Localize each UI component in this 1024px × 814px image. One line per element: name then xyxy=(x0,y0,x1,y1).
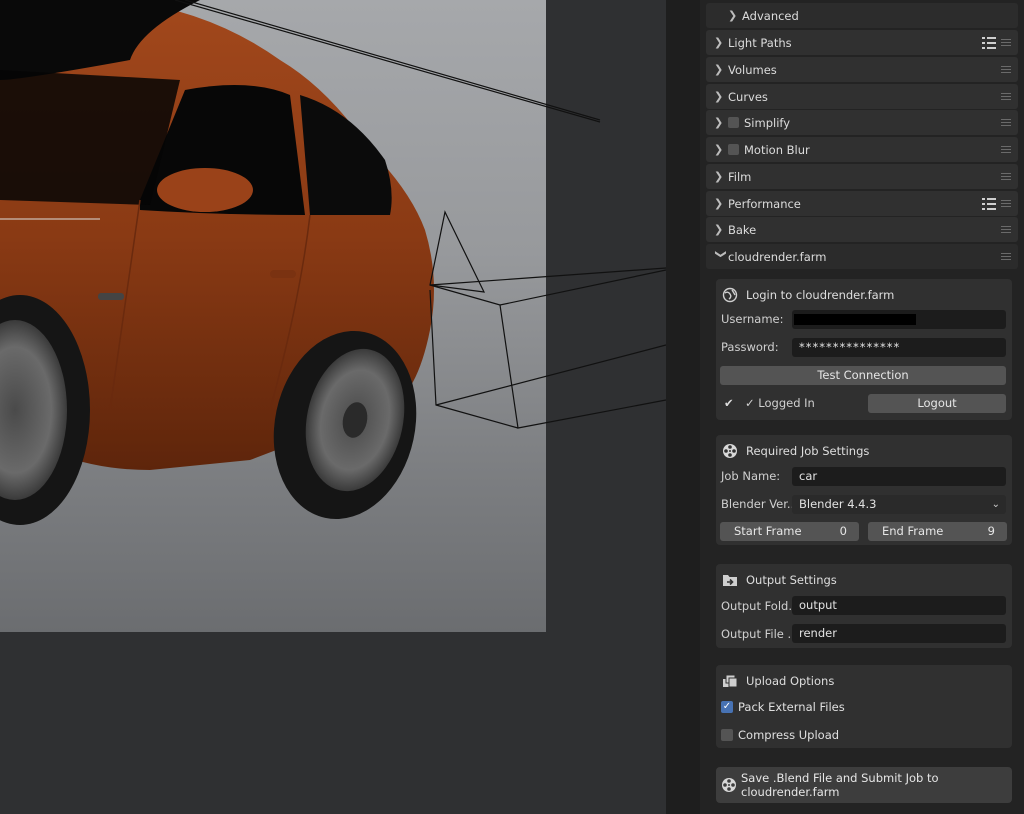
section-advanced[interactable]: ❯ Advanced xyxy=(706,3,1018,28)
section-performance[interactable]: ❯ Performance xyxy=(706,191,1018,216)
film-reel-icon xyxy=(721,777,737,793)
globe-icon xyxy=(722,287,738,303)
job-settings-subpanel: Required Job Settings Job Name: car Blen… xyxy=(716,435,1012,545)
package-icon xyxy=(722,673,738,689)
drag-grip-icon[interactable] xyxy=(1001,253,1011,260)
login-title: Login to cloudrender.farm xyxy=(722,285,894,305)
chevron-right-icon: ❯ xyxy=(714,116,724,129)
section-volumes[interactable]: ❯ Volumes xyxy=(706,57,1018,82)
compress-upload-checkbox[interactable] xyxy=(721,729,733,741)
section-label: Motion Blur xyxy=(744,142,810,157)
drag-grip-icon[interactable] xyxy=(1001,119,1011,126)
login-title-text: Login to cloudrender.farm xyxy=(746,288,895,302)
job-name-label: Job Name: xyxy=(721,469,781,483)
username-label: Username: xyxy=(721,312,784,326)
pack-external-files-label: Pack External Files xyxy=(738,700,845,714)
section-label: Light Paths xyxy=(728,35,792,50)
section-label: Volumes xyxy=(728,62,777,77)
output-settings-subpanel: Output Settings Output Fold... output Ou… xyxy=(716,564,1012,648)
compress-upload-label: Compress Upload xyxy=(738,728,840,742)
job-settings-title: Required Job Settings xyxy=(722,441,869,461)
motion-blur-checkbox[interactable] xyxy=(728,144,739,155)
start-frame-value: 0 xyxy=(839,524,847,538)
password-label: Password: xyxy=(721,340,779,354)
section-label: Performance xyxy=(728,196,801,211)
chevron-down-icon: ❯ xyxy=(714,249,728,259)
drag-grip-icon[interactable] xyxy=(1001,93,1011,100)
output-file-label: Output File ... xyxy=(721,627,799,641)
chevron-right-icon: ❯ xyxy=(728,9,738,22)
section-motion-blur[interactable]: ❯ Motion Blur xyxy=(706,137,1018,162)
chevron-right-icon: ❯ xyxy=(714,197,724,210)
section-label: Film xyxy=(728,169,752,184)
section-simplify[interactable]: ❯ Simplify xyxy=(706,110,1018,135)
folder-export-icon xyxy=(722,572,738,588)
section-curves[interactable]: ❯ Curves xyxy=(706,84,1018,109)
output-file-field[interactable]: render xyxy=(792,624,1006,643)
region-divider[interactable] xyxy=(666,0,706,814)
section-film[interactable]: ❯ Film xyxy=(706,164,1018,189)
section-cloudrender[interactable]: ❯ cloudrender.farm xyxy=(706,244,1018,269)
upload-options-title: Upload Options xyxy=(722,671,834,691)
properties-panel: ❯ Advanced ❯ Light Paths ❯ Volumes ❯ Cur… xyxy=(706,0,1024,814)
job-name-field[interactable]: car xyxy=(792,467,1006,486)
chevron-right-icon: ❯ xyxy=(714,36,724,49)
upload-options-subpanel: Upload Options ✓ Pack External Files Com… xyxy=(716,665,1012,748)
output-folder-field[interactable]: output xyxy=(792,596,1006,615)
submit-job-label: Save .Blend File and Submit Job to cloud… xyxy=(741,771,939,799)
end-frame-label: End Frame xyxy=(882,524,944,538)
film-reel-icon xyxy=(722,443,738,459)
compress-upload-row[interactable]: Compress Upload xyxy=(721,728,839,742)
submit-job-button[interactable]: Save .Blend File and Submit Job to cloud… xyxy=(716,767,1012,803)
section-label: Bake xyxy=(728,222,757,237)
blender-version-label: Blender Ver... xyxy=(721,497,798,511)
start-frame-label: Start Frame xyxy=(734,524,802,538)
drag-grip-icon[interactable] xyxy=(1001,66,1011,73)
section-label: Simplify xyxy=(744,115,791,130)
pack-external-files-row[interactable]: ✓ Pack External Files xyxy=(721,700,845,714)
chevron-right-icon: ❯ xyxy=(714,90,724,103)
drag-grip-icon[interactable] xyxy=(1001,200,1011,207)
logout-button[interactable]: Logout xyxy=(868,394,1006,413)
section-label: Advanced xyxy=(742,8,799,23)
output-settings-title: Output Settings xyxy=(722,570,837,590)
job-settings-title-text: Required Job Settings xyxy=(746,444,870,458)
chevron-right-icon: ❯ xyxy=(714,170,724,183)
section-label: Curves xyxy=(728,89,768,104)
section-light-paths[interactable]: ❯ Light Paths xyxy=(706,30,1018,55)
section-bake[interactable]: ❯ Bake xyxy=(706,217,1018,242)
chevron-right-icon: ❯ xyxy=(714,223,724,236)
test-connection-button[interactable]: Test Connection xyxy=(720,366,1006,385)
3d-viewport[interactable] xyxy=(0,0,666,814)
login-subpanel: Login to cloudrender.farm Username: Pass… xyxy=(716,279,1012,420)
logged-in-status: ✓ Logged In xyxy=(745,396,815,410)
scene-illustration xyxy=(0,0,666,525)
chevron-down-icon: ⌄ xyxy=(991,499,1000,510)
output-settings-title-text: Output Settings xyxy=(746,573,837,587)
check-icon: ✔ xyxy=(724,396,734,410)
drag-grip-icon[interactable] xyxy=(1001,173,1011,180)
upload-options-title-text: Upload Options xyxy=(746,674,835,688)
blender-version-value: Blender 4.4.3 xyxy=(799,497,877,511)
presets-list-icon[interactable] xyxy=(982,36,996,49)
start-frame-field[interactable]: Start Frame 0 xyxy=(720,522,859,541)
section-label: cloudrender.farm xyxy=(728,249,827,264)
end-frame-value: 9 xyxy=(987,524,995,538)
pack-external-files-checkbox[interactable]: ✓ xyxy=(721,701,733,713)
password-field[interactable]: *************** xyxy=(792,338,1006,357)
drag-grip-icon[interactable] xyxy=(1001,39,1011,46)
end-frame-field[interactable]: End Frame 9 xyxy=(868,522,1007,541)
drag-grip-icon[interactable] xyxy=(1001,226,1011,233)
output-folder-label: Output Fold... xyxy=(721,599,800,613)
username-field[interactable] xyxy=(792,310,1006,329)
chevron-right-icon: ❯ xyxy=(714,143,724,156)
username-redacted-block xyxy=(794,314,916,325)
simplify-checkbox[interactable] xyxy=(728,117,739,128)
blender-version-dropdown[interactable]: Blender 4.4.3 ⌄ xyxy=(792,495,1006,514)
drag-grip-icon[interactable] xyxy=(1001,146,1011,153)
chevron-right-icon: ❯ xyxy=(714,63,724,76)
presets-list-icon[interactable] xyxy=(982,197,996,210)
